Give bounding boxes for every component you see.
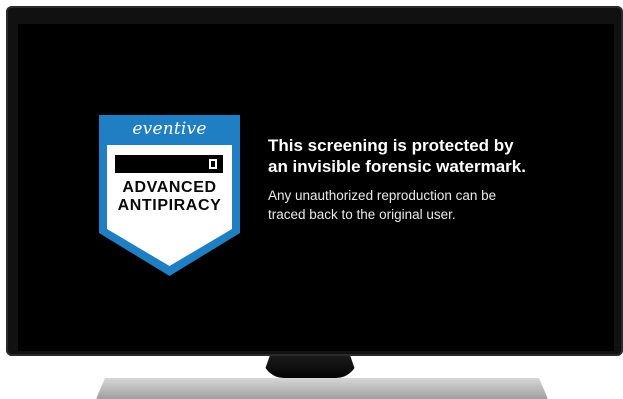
tv-stand-neck (262, 356, 358, 378)
headline-line: an invisible forensic watermark. (268, 157, 526, 176)
badge-title-line1: ADVANCED (122, 179, 217, 196)
antipiracy-badge: eventive ADVANCED ANTIPIRACY (97, 113, 242, 278)
headline-line: This screening is protected by (268, 136, 514, 155)
body-text: Any unauthorized reproduction can be tra… (268, 186, 598, 224)
badge-title-line2: ANTIPIRACY (117, 197, 222, 214)
body-line: Any unauthorized reproduction can be (268, 188, 497, 203)
tv-stand-base (96, 378, 548, 399)
headline: This screening is protected by an invisi… (268, 135, 588, 177)
badge-brand: eventive (132, 119, 207, 139)
body-line: traced back to the original user. (268, 207, 456, 222)
